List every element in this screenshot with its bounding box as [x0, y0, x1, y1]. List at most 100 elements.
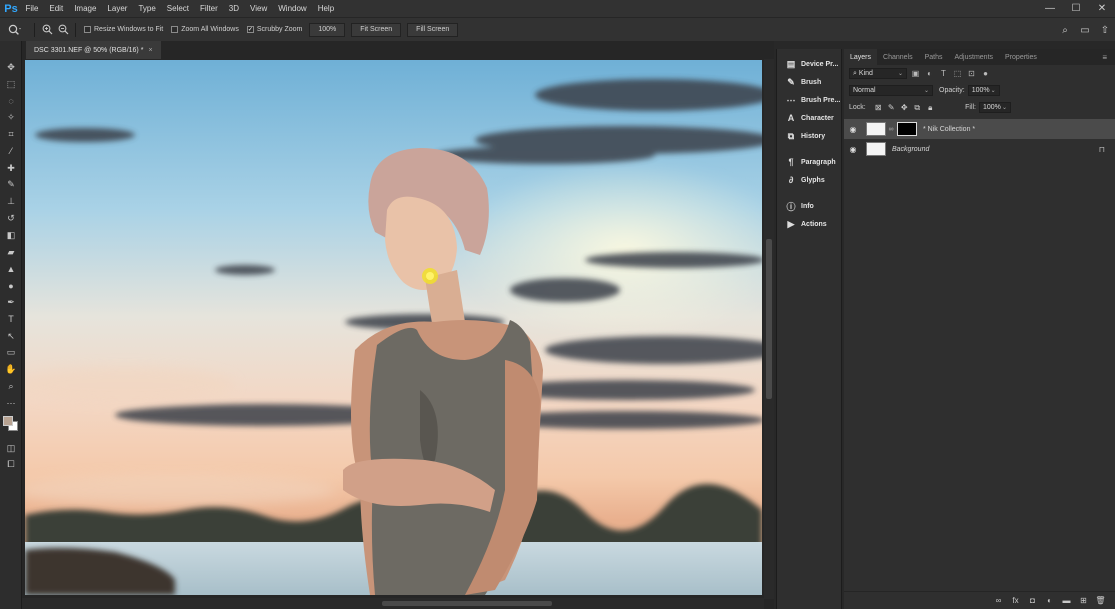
close-document-icon[interactable]: × — [148, 47, 152, 54]
photoshop-logo[interactable]: Ps — [2, 0, 20, 17]
dock-character[interactable]: A Character — [777, 109, 841, 127]
layer-mask-thumbnail[interactable] — [897, 122, 917, 136]
lock-position-icon[interactable]: ✥ — [898, 103, 911, 112]
search-icon[interactable]: ⌕ — [1055, 25, 1075, 36]
link-layers-icon[interactable]: ∞ — [990, 596, 1007, 605]
lock-all-icon[interactable]: 🔒︎ — [924, 103, 937, 113]
dock-paragraph[interactable]: ¶ Paragraph — [777, 153, 841, 171]
dock-brush-presets[interactable]: ⋯ Brush Pre... — [777, 91, 841, 109]
history-brush-tool-icon[interactable]: ↺ — [0, 210, 22, 227]
fill-screen-button[interactable]: Fill Screen — [407, 22, 459, 37]
menu-window[interactable]: Window — [273, 4, 312, 13]
gradient-tool-icon[interactable]: ▰ — [0, 244, 22, 261]
menu-type[interactable]: Type — [133, 4, 161, 13]
screen-mode-icon[interactable]: ⧠ — [0, 457, 22, 474]
tab-channels[interactable]: Channels — [877, 49, 919, 65]
dock-history[interactable]: ⧉ History — [777, 127, 841, 145]
eye-icon[interactable]: ◉ — [844, 145, 862, 154]
adjustment-filter-icon[interactable]: ◐ — [924, 69, 935, 78]
dock-brush[interactable]: ✎ Brush — [777, 73, 841, 91]
foreground-color-swatch[interactable] — [3, 415, 13, 426]
menu-view[interactable]: View — [245, 4, 273, 13]
opacity-field[interactable]: 100% ⌄ — [967, 85, 1000, 96]
zoom-out-button[interactable] — [55, 24, 71, 35]
checkbox-box[interactable] — [84, 26, 91, 33]
new-layer-icon[interactable]: ⊞ — [1075, 596, 1092, 605]
marquee-tool-icon[interactable]: ⬚ — [0, 76, 22, 93]
lock-artboard-icon[interactable]: ⧉ — [911, 103, 924, 113]
add-mask-icon[interactable]: ◘ — [1024, 596, 1041, 605]
horizontal-scroll-thumb[interactable] — [382, 601, 552, 606]
tab-paths[interactable]: Paths — [919, 49, 949, 65]
lock-transparent-icon[interactable]: ⊠ — [872, 103, 885, 112]
menu-help[interactable]: Help — [312, 4, 339, 13]
new-group-icon[interactable]: ▬ — [1058, 596, 1075, 605]
canvas-area[interactable] — [22, 59, 774, 609]
vertical-scrollbar[interactable] — [764, 59, 774, 599]
layer-name[interactable]: * Nik Collection * — [923, 126, 975, 133]
zoom-tool-preset[interactable] — [0, 24, 30, 36]
pen-tool-icon[interactable]: ✒ — [0, 294, 22, 311]
eye-icon[interactable]: ◉ — [844, 125, 862, 134]
panel-menu-icon[interactable]: ≡ — [1102, 53, 1115, 62]
fit-screen-button[interactable]: Fit Screen — [351, 22, 402, 37]
zoom-all-windows-checkbox[interactable]: Zoom All Windows — [171, 26, 239, 33]
eyedropper-tool-icon[interactable]: ⁄ — [0, 143, 22, 160]
scrubby-zoom-checkbox[interactable]: ✓ Scrubby Zoom — [246, 26, 302, 33]
eraser-tool-icon[interactable]: ◧ — [0, 227, 22, 244]
magic-wand-tool-icon[interactable]: ✧ — [0, 109, 22, 126]
blur-tool-icon[interactable]: ▲ — [0, 261, 22, 278]
minimize-icon[interactable]: — — [1037, 3, 1063, 14]
quick-mask-icon[interactable]: ◫ — [0, 440, 22, 457]
link-chain-icon[interactable]: ∞ — [887, 126, 895, 133]
fill-field[interactable]: 100% ⌄ — [979, 102, 1011, 113]
healing-brush-tool-icon[interactable]: ✚ — [0, 160, 22, 177]
dock-glyphs[interactable]: ∂ Glyphs — [777, 171, 841, 189]
menu-3d[interactable]: 3D — [223, 4, 244, 13]
menu-filter[interactable]: Filter — [195, 4, 224, 13]
smart-object-filter-icon[interactable]: ⊡ — [966, 69, 977, 78]
clone-stamp-tool-icon[interactable]: ⊥ — [0, 193, 22, 210]
menu-edit[interactable]: Edit — [44, 4, 69, 13]
rectangle-tool-icon[interactable]: ▭ — [0, 345, 22, 362]
vertical-scroll-thumb[interactable] — [766, 239, 772, 399]
close-icon[interactable]: ✕ — [1089, 3, 1115, 14]
share-icon[interactable]: ⇧ — [1095, 25, 1115, 36]
tab-properties[interactable]: Properties — [999, 49, 1043, 65]
menu-image[interactable]: Image — [69, 4, 102, 13]
maximize-icon[interactable]: ☐ — [1063, 3, 1089, 14]
layer-name[interactable]: Background — [892, 146, 929, 153]
shape-filter-icon[interactable]: ⬚ — [952, 69, 963, 78]
crop-tool-icon[interactable]: ⌗ — [0, 126, 22, 143]
layer-row[interactable]: ◉ ∞ * Nik Collection * — [844, 119, 1115, 139]
menu-select[interactable]: Select — [161, 4, 194, 13]
type-tool-icon[interactable]: T — [0, 311, 22, 328]
brush-tool-icon[interactable]: ✎ — [0, 177, 22, 194]
tab-layers[interactable]: Layers — [844, 49, 878, 65]
zoom-in-button[interactable] — [39, 24, 55, 35]
pixel-filter-icon[interactable]: ▣ — [910, 69, 921, 78]
tab-adjustments[interactable]: Adjustments — [949, 49, 1000, 65]
hand-tool-icon[interactable]: ✋ — [0, 361, 22, 378]
dock-device-preview[interactable]: ▤ Device Pr... — [777, 55, 841, 73]
path-selection-tool-icon[interactable]: ↖ — [0, 328, 22, 345]
dodge-tool-icon[interactable]: ● — [0, 277, 22, 294]
dock-info[interactable]: ⓘ Info — [777, 197, 841, 215]
resize-windows-checkbox[interactable]: Resize Windows to Fit — [84, 26, 163, 33]
lock-icon[interactable]: ⊓ — [1099, 145, 1105, 154]
horizontal-scrollbar[interactable] — [22, 598, 764, 609]
zoom-tool-icon[interactable]: ⌕ — [0, 378, 22, 395]
menu-file[interactable]: File — [20, 4, 44, 13]
dock-actions[interactable]: ▶ Actions — [777, 215, 841, 233]
lock-pixels-icon[interactable]: ✎ — [885, 103, 898, 112]
adjustment-layer-icon[interactable]: ◐ — [1041, 596, 1058, 605]
checkbox-checked[interactable]: ✓ — [246, 26, 254, 33]
canvas-photo[interactable] — [25, 60, 762, 595]
checkbox-box[interactable] — [171, 26, 179, 33]
layer-row[interactable]: ◉ Background ⊓ — [844, 139, 1115, 159]
move-tool-icon[interactable]: ✥ — [0, 59, 22, 76]
filter-toggle-icon[interactable]: ● — [980, 69, 991, 78]
layer-style-icon[interactable]: fx — [1007, 596, 1024, 605]
color-swatches[interactable] — [0, 412, 22, 440]
document-tab[interactable]: DSC 3301.NEF @ 50% (RGB/16) * × — [26, 41, 161, 59]
